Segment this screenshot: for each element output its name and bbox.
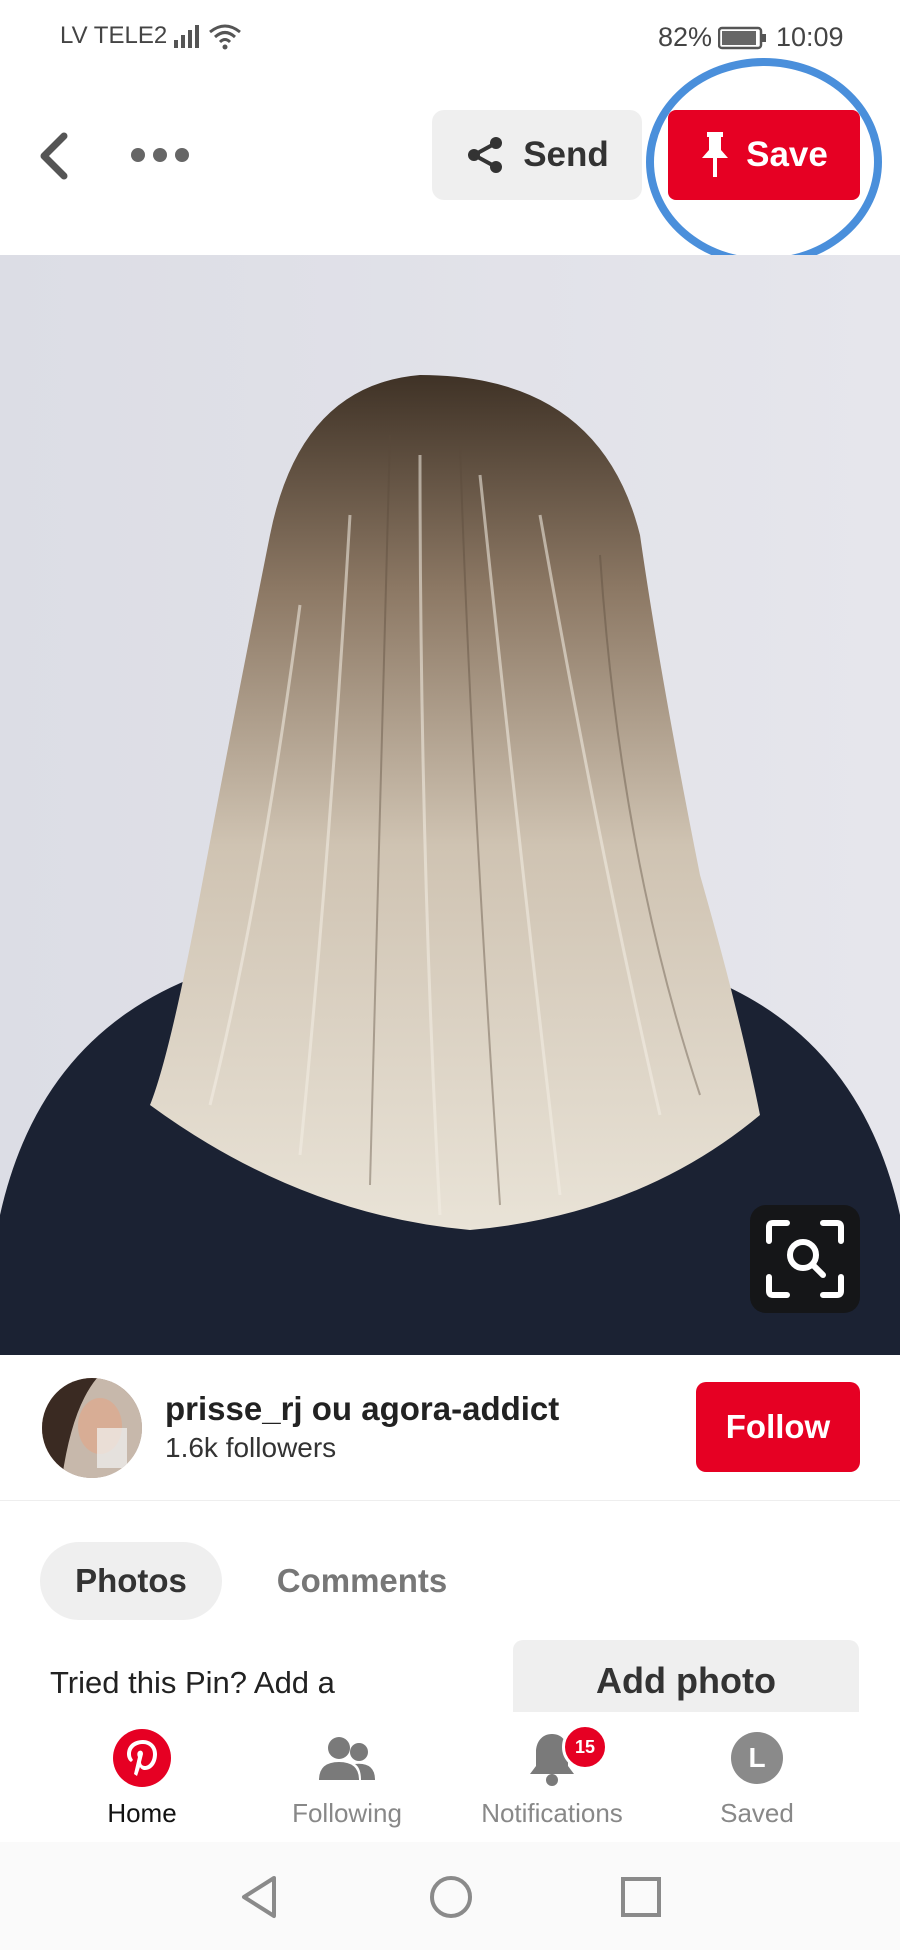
more-options-button[interactable] (128, 140, 192, 170)
notification-badge: 15 (562, 1724, 608, 1770)
tried-pin-prompt: Tried this Pin? Add a (50, 1665, 335, 1700)
nav-saved-label: Saved (720, 1798, 794, 1828)
nav-notifications[interactable]: 15 Notifications (462, 1724, 642, 1829)
visual-search-button[interactable] (750, 1205, 860, 1313)
profile-avatar-icon: L (731, 1732, 783, 1784)
add-photo-button[interactable]: Add photo (513, 1640, 859, 1712)
avatar-image (42, 1378, 142, 1478)
creator-avatar[interactable] (42, 1378, 142, 1478)
people-icon (319, 1737, 375, 1780)
visual-search-icon (766, 1220, 844, 1298)
system-navigation-bar (0, 1842, 900, 1950)
battery-icon (718, 26, 766, 50)
back-arrow-icon (40, 132, 68, 180)
nav-home[interactable]: Home (52, 1728, 232, 1829)
creator-name[interactable]: prisse_rj ou agora-addict (165, 1390, 559, 1428)
follow-button[interactable]: Follow (696, 1382, 860, 1472)
ellipsis-icon (131, 148, 189, 162)
nav-following-label: Following (292, 1798, 402, 1828)
nav-notifications-label: Notifications (481, 1798, 623, 1828)
system-back-icon[interactable] (238, 1874, 280, 1920)
carrier-label: LV TELE2 (60, 22, 168, 49)
tab-comments[interactable]: Comments (262, 1542, 462, 1620)
nav-home-label: Home (107, 1798, 177, 1828)
wifi-icon (209, 24, 241, 50)
nav-saved[interactable]: L Saved (667, 1728, 847, 1829)
nav-following[interactable]: Following (257, 1728, 437, 1829)
status-bar: LV TELE2 82% 10:09 (0, 0, 900, 75)
send-button[interactable]: Send (432, 110, 642, 200)
pinterest-logo-icon (113, 1729, 171, 1787)
send-label: Send (523, 135, 609, 174)
pin-icon (702, 132, 729, 177)
save-label: Save (746, 135, 828, 174)
battery-percent: 82% (658, 22, 713, 52)
share-icon (468, 137, 503, 173)
follower-count: 1.6k followers (165, 1432, 337, 1463)
pin-image[interactable] (0, 255, 900, 1355)
save-button[interactable]: Save (668, 110, 860, 200)
system-recents-icon[interactable] (620, 1876, 662, 1918)
tab-photos[interactable]: Photos (40, 1542, 222, 1620)
system-home-icon[interactable] (428, 1874, 474, 1920)
signal-icon (174, 25, 199, 48)
hair-photo (0, 255, 900, 1355)
clock: 10:09 (776, 22, 844, 52)
back-button[interactable] (30, 128, 80, 184)
